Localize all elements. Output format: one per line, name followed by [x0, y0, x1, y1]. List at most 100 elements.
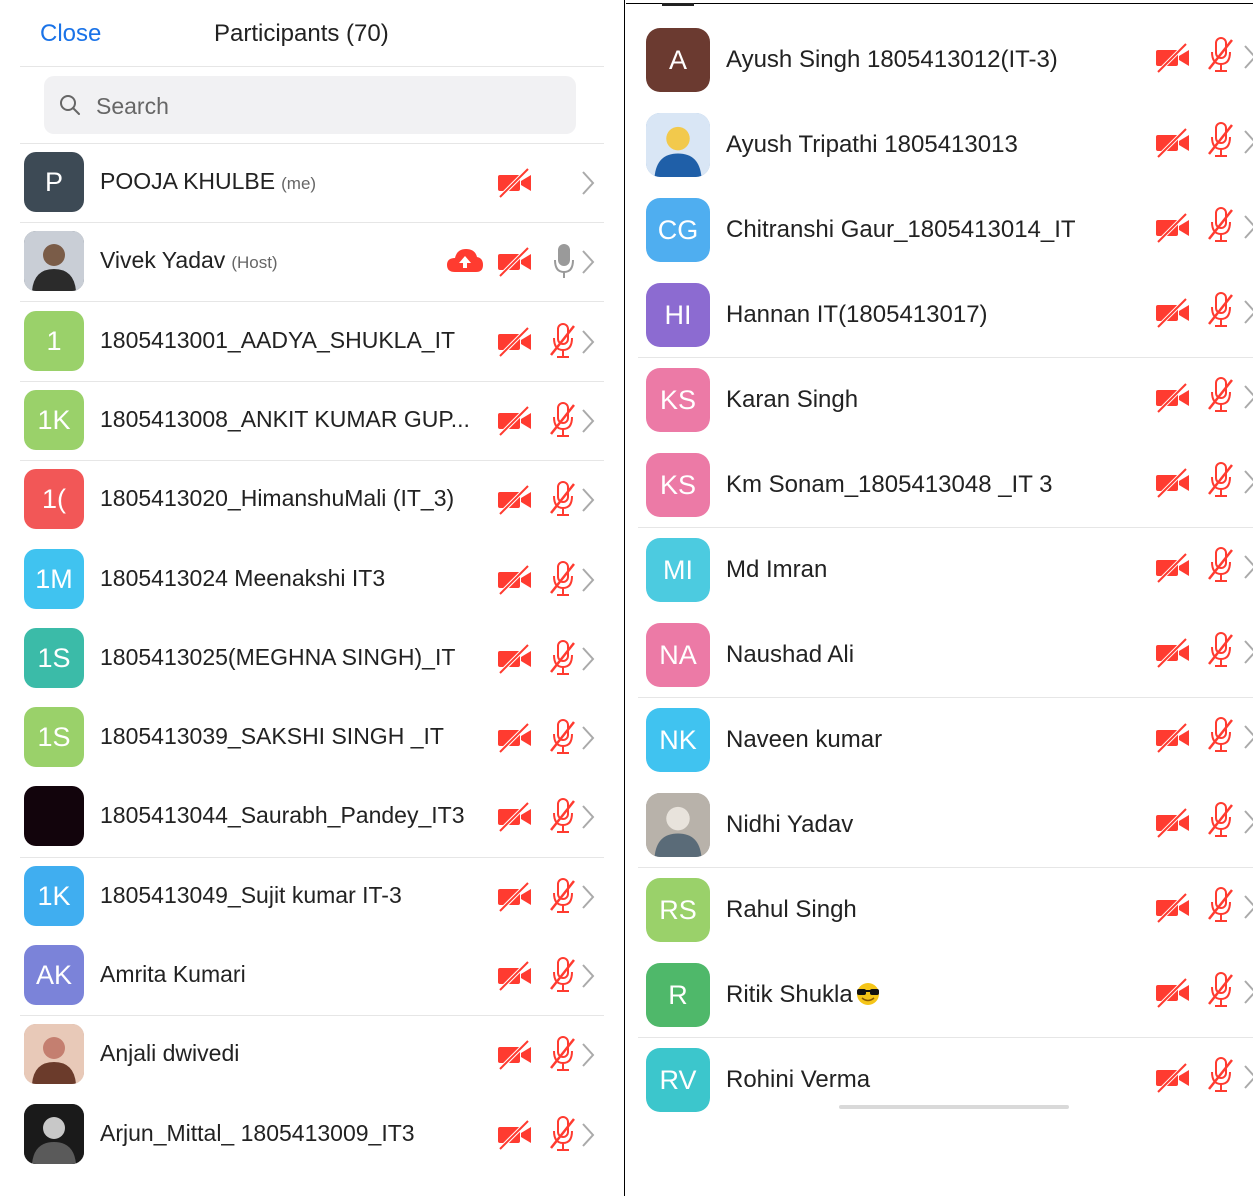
- row-divider: [638, 697, 1253, 698]
- participant-row[interactable]: Nidhi Yadav: [640, 793, 1253, 876]
- participant-name: Naushad Ali: [726, 641, 854, 669]
- video-off-icon[interactable]: [1154, 807, 1192, 839]
- participant-name: Km Sonam_1805413048 _IT 3: [726, 471, 1052, 499]
- chevron-right-icon[interactable]: [1242, 552, 1253, 582]
- participant-name: Ritik Shukla: [726, 981, 883, 1009]
- video-off-icon[interactable]: [1154, 297, 1192, 329]
- participant-row[interactable]: CG Chitranshi Gaur_1805413014_IT: [640, 198, 1253, 281]
- row-divider: [638, 527, 1253, 528]
- scroll-indicator[interactable]: [839, 1105, 1069, 1109]
- participant-name: Ayush Tripathi 1805413013: [726, 131, 1018, 159]
- participant-name: Rahul Singh: [726, 896, 857, 924]
- participant-name-text: Md Imran: [726, 556, 828, 583]
- avatar: KS: [646, 453, 710, 517]
- participant-name-text: Naushad Ali: [726, 641, 855, 668]
- participant-row[interactable]: NK Naveen kumar: [640, 708, 1253, 791]
- participant-row[interactable]: NA Naushad Ali: [640, 623, 1253, 706]
- avatar: RS: [646, 878, 710, 942]
- video-off-icon[interactable]: [1154, 42, 1192, 74]
- participant-name: Hannan IT(1805413017): [726, 301, 988, 329]
- video-off-icon[interactable]: [1154, 977, 1192, 1009]
- row-divider: [638, 867, 1253, 868]
- avatar: R: [646, 963, 710, 1027]
- avatar: HI: [646, 283, 710, 347]
- participant-name: Rohini Verma: [726, 1066, 870, 1094]
- chevron-right-icon[interactable]: [1242, 42, 1253, 72]
- participant-name-text: Naveen kumar: [726, 726, 883, 753]
- participant-name: Karan Singh: [726, 386, 858, 414]
- participant-row[interactable]: HI Hannan IT(1805413017): [640, 283, 1253, 366]
- chevron-right-icon[interactable]: [1242, 297, 1253, 327]
- mic-muted-icon[interactable]: [1206, 801, 1236, 839]
- participant-name: Nidhi Yadav: [726, 811, 853, 839]
- participant-name: Naveen kumar: [726, 726, 882, 754]
- participant-row[interactable]: A Ayush Singh 1805413012(IT-3): [640, 28, 1253, 111]
- mic-muted-icon[interactable]: [1206, 36, 1236, 74]
- video-off-icon[interactable]: [1154, 382, 1192, 414]
- chevron-right-icon[interactable]: [1242, 127, 1253, 157]
- participant-name-text: Nidhi Yadav: [726, 811, 854, 838]
- chevron-right-icon[interactable]: [1242, 807, 1253, 837]
- mic-muted-icon[interactable]: [1206, 716, 1236, 754]
- video-off-icon[interactable]: [1154, 552, 1192, 584]
- avatar: RV: [646, 1048, 710, 1112]
- chevron-right-icon[interactable]: [1242, 1062, 1253, 1092]
- mic-muted-icon[interactable]: [1206, 461, 1236, 499]
- row-divider: [638, 357, 1253, 358]
- participant-name: Chitranshi Gaur_1805413014_IT: [726, 216, 1076, 244]
- video-off-icon[interactable]: [1154, 637, 1192, 669]
- sunglasses-emoji-icon: [853, 981, 883, 1008]
- participant-name-text: Karan Singh: [726, 386, 859, 413]
- participant-name-text: Ritik Shukla: [726, 981, 853, 1008]
- mic-muted-icon[interactable]: [1206, 546, 1236, 584]
- mic-muted-icon[interactable]: [1206, 1056, 1236, 1094]
- participant-row[interactable]: KS Km Sonam_1805413048 _IT 3: [640, 453, 1253, 536]
- participants-panel-right: A Ayush Singh 1805413012(IT-3) Ayush Tripa…: [0, 0, 1253, 1196]
- participant-row[interactable]: RV Rohini Verma: [640, 1048, 1253, 1131]
- participant-name-text: Km Sonam_1805413048 _IT 3: [726, 471, 1053, 498]
- chevron-right-icon[interactable]: [1242, 212, 1253, 242]
- avatar: A: [646, 28, 710, 92]
- participant-name: Ayush Singh 1805413012(IT-3): [726, 46, 1058, 74]
- mic-muted-icon[interactable]: [1206, 206, 1236, 244]
- chevron-right-icon[interactable]: [1242, 977, 1253, 1007]
- participant-name-text: Rahul Singh: [726, 896, 857, 923]
- chevron-right-icon[interactable]: [1242, 637, 1253, 667]
- chevron-right-icon[interactable]: [1242, 467, 1253, 497]
- participant-name-text: Ayush Singh 1805413012(IT-3): [726, 46, 1058, 73]
- participant-name-text: Chitranshi Gaur_1805413014_IT: [726, 216, 1076, 243]
- avatar: NA: [646, 623, 710, 687]
- video-off-icon[interactable]: [1154, 722, 1192, 754]
- avatar: MI: [646, 538, 710, 602]
- video-off-icon[interactable]: [1154, 212, 1192, 244]
- participant-row[interactable]: Ayush Tripathi 1805413013: [640, 113, 1253, 196]
- video-off-icon[interactable]: [1154, 127, 1192, 159]
- chevron-right-icon[interactable]: [1242, 722, 1253, 752]
- participant-row[interactable]: R Ritik Shukla: [640, 963, 1253, 1046]
- video-off-icon[interactable]: [1154, 467, 1192, 499]
- row-divider: [638, 1037, 1253, 1038]
- avatar: [646, 793, 710, 857]
- avatar: KS: [646, 368, 710, 432]
- chevron-right-icon[interactable]: [1242, 892, 1253, 922]
- participant-name: Md Imran: [726, 556, 827, 584]
- scroll-edge-marker: [662, 3, 694, 6]
- avatar: [646, 113, 710, 177]
- participant-name-text: Hannan IT(1805413017): [726, 301, 988, 328]
- mic-muted-icon[interactable]: [1206, 631, 1236, 669]
- participant-row[interactable]: MI Md Imran: [640, 538, 1253, 621]
- mic-muted-icon[interactable]: [1206, 376, 1236, 414]
- chevron-right-icon[interactable]: [1242, 382, 1253, 412]
- mic-muted-icon[interactable]: [1206, 291, 1236, 329]
- participant-name-text: Ayush Tripathi 1805413013: [726, 131, 1018, 158]
- mic-muted-icon[interactable]: [1206, 971, 1236, 1009]
- mic-muted-icon[interactable]: [1206, 886, 1236, 924]
- participant-row[interactable]: RS Rahul Singh: [640, 878, 1253, 961]
- video-off-icon[interactable]: [1154, 892, 1192, 924]
- avatar: NK: [646, 708, 710, 772]
- participant-name-text: Rohini Verma: [726, 1066, 871, 1093]
- video-off-icon[interactable]: [1154, 1062, 1192, 1094]
- mic-muted-icon[interactable]: [1206, 121, 1236, 159]
- participant-row[interactable]: KS Karan Singh: [640, 368, 1253, 451]
- avatar: CG: [646, 198, 710, 262]
